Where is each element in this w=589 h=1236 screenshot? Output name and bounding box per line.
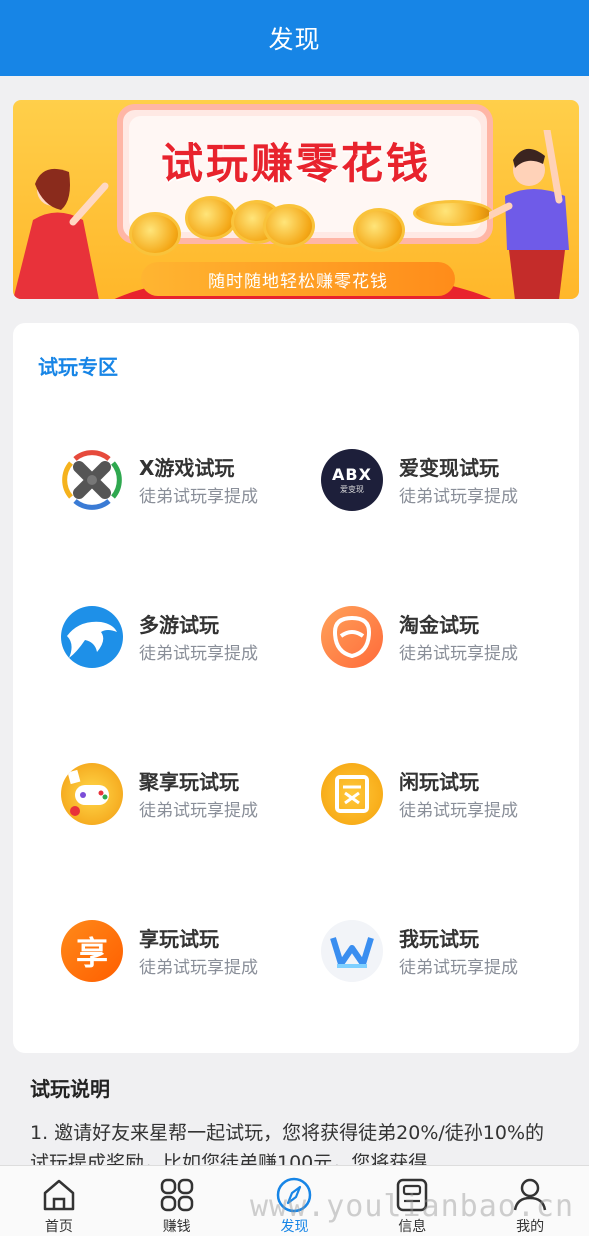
trial-item-taojin[interactable]: 淘金试玩 徒弟试玩享提成: [321, 606, 571, 670]
promo-banner[interactable]: 试玩赚零花钱 随时随地轻松赚零花钱: [13, 100, 579, 299]
item-name: 淘金试玩: [399, 613, 479, 637]
trial-zone-card: 试玩专区 X游戏试玩 徒弟试玩享提成 ABX 爱变现 爱变现试玩 徒弟试玩享提成: [13, 323, 579, 1053]
abx-icon: ABX 爱变现: [321, 449, 383, 511]
coin-icon: [129, 212, 181, 256]
watermark: www.youlianbao.cn: [250, 1189, 575, 1224]
item-name: 爱变现试玩: [399, 456, 499, 480]
banner-subtitle: 随时随地轻松赚零花钱: [141, 262, 455, 296]
gold-pan-icon: [321, 606, 383, 668]
trial-item-xiangwan[interactable]: 享 享玩试玩 徒弟试玩享提成: [61, 920, 311, 984]
trial-item-wowan[interactable]: 我玩试玩 徒弟试玩享提成: [321, 920, 571, 984]
item-name: X游戏试玩: [139, 456, 235, 480]
item-desc: 徒弟试玩享提成: [139, 801, 258, 821]
item-name: 我玩试玩: [399, 927, 479, 951]
info-title: 试玩说明: [30, 1077, 110, 1101]
item-desc: 徒弟试玩享提成: [139, 644, 258, 664]
trial-item-juxiangwan[interactable]: 聚享玩试玩 徒弟试玩享提成: [61, 763, 311, 827]
coin-icon: [185, 196, 237, 240]
x-game-icon: [61, 449, 123, 511]
home-icon: [43, 1179, 75, 1211]
xianwan-icon: [321, 763, 383, 825]
tab-home[interactable]: 首页: [0, 1166, 118, 1236]
item-name: 聚享玩试玩: [139, 770, 239, 794]
tab-earn[interactable]: 赚钱: [118, 1166, 236, 1236]
dolphin-icon: [61, 606, 123, 668]
coin-icon: [413, 200, 493, 226]
woman-illustration: [13, 168, 109, 299]
coin-icon: [353, 208, 405, 252]
trial-item-x-game[interactable]: X游戏试玩 徒弟试玩享提成: [61, 449, 311, 513]
item-desc: 徒弟试玩享提成: [399, 487, 518, 507]
trial-item-abx[interactable]: ABX 爱变现 爱变现试玩 徒弟试玩享提成: [321, 449, 571, 513]
item-name: 多游试玩: [139, 613, 219, 637]
item-name: 闲玩试玩: [399, 770, 479, 794]
item-desc: 徒弟试玩享提成: [399, 801, 518, 821]
trial-item-xianwan[interactable]: 闲玩试玩 徒弟试玩享提成: [321, 763, 571, 827]
coin-icon: [263, 204, 315, 248]
man-illustration: [489, 130, 569, 299]
item-name: 享玩试玩: [139, 927, 219, 951]
gamepad-icon: [61, 763, 123, 825]
page-title: 发现: [268, 25, 321, 54]
app-header: 发现: [0, 0, 589, 76]
w-logo-icon: [321, 920, 383, 982]
xiang-icon: 享: [61, 920, 123, 982]
item-desc: 徒弟试玩享提成: [399, 958, 518, 978]
section-title: 试玩专区: [38, 355, 118, 379]
item-desc: 徒弟试玩享提成: [139, 958, 258, 978]
grid-icon: [160, 1178, 193, 1212]
item-desc: 徒弟试玩享提成: [399, 644, 518, 664]
trial-item-duoyou[interactable]: 多游试玩 徒弟试玩享提成: [61, 606, 311, 670]
tab-label: 赚钱: [162, 1219, 191, 1235]
tab-label: 首页: [44, 1219, 73, 1235]
item-desc: 徒弟试玩享提成: [139, 487, 258, 507]
